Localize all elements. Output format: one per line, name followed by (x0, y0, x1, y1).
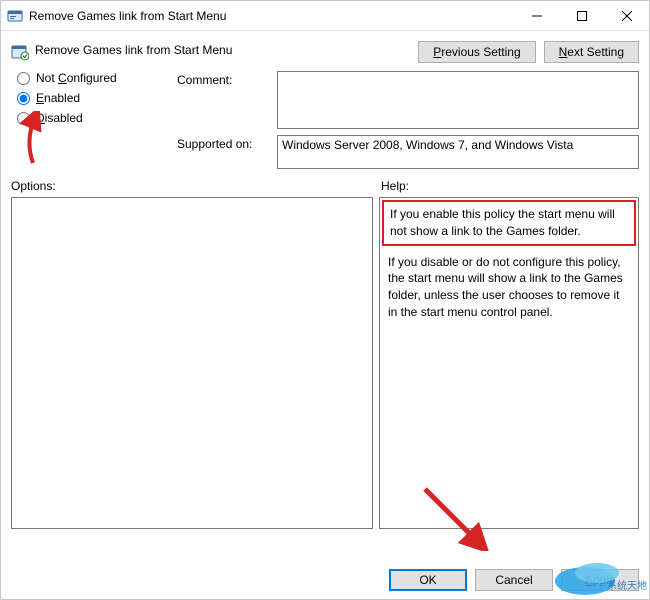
not-configured-radio[interactable] (17, 72, 30, 85)
supported-on-row: Supported on: Windows Server 2008, Windo… (1, 133, 649, 175)
minimize-button[interactable] (514, 1, 559, 30)
help-paragraph-2: If you disable or do not configure this … (388, 254, 630, 321)
dialog-icon (7, 8, 23, 24)
setting-name: Remove Games link from Start Menu (35, 41, 418, 57)
policy-icon (11, 43, 29, 61)
disabled-radio[interactable] (17, 112, 30, 125)
supported-on-field: Windows Server 2008, Windows 7, and Wind… (277, 135, 639, 169)
maximize-button[interactable] (559, 1, 604, 30)
window-title: Remove Games link from Start Menu (29, 9, 514, 23)
panels-row: If you enable this policy the start menu… (1, 195, 649, 529)
options-panel[interactable] (11, 197, 373, 529)
configuration-row: Not Configured Enabled Disabled Comment: (1, 67, 649, 133)
comment-input[interactable] (277, 71, 639, 129)
options-label: Options: (11, 179, 381, 193)
window-controls (514, 1, 649, 30)
enabled-radio[interactable] (17, 92, 30, 105)
help-label: Help: (381, 179, 409, 193)
help-panel[interactable]: If you enable this policy the start menu… (379, 197, 639, 529)
apply-button[interactable]: Apply (561, 569, 639, 591)
help-highlight-box: If you enable this policy the start menu… (382, 200, 636, 246)
titlebar: Remove Games link from Start Menu (1, 1, 649, 31)
radio-group: Not Configured Enabled Disabled (17, 71, 177, 131)
dialog-window: Remove Games link from Start Menu Remove… (0, 0, 650, 600)
comment-label: Comment: (177, 71, 277, 87)
close-button[interactable] (604, 1, 649, 30)
enabled-label[interactable]: Enabled (36, 91, 80, 105)
next-setting-button[interactable]: Next Setting (544, 41, 639, 63)
disabled-label[interactable]: Disabled (36, 111, 83, 125)
cancel-button[interactable]: Cancel (475, 569, 553, 591)
not-configured-label[interactable]: Not Configured (36, 71, 117, 85)
ok-button[interactable]: OK (389, 569, 467, 591)
header: Remove Games link from Start Menu Previo… (1, 31, 649, 67)
dialog-buttons: OK Cancel Apply (389, 569, 639, 591)
previous-setting-button[interactable]: Previous Setting (418, 41, 535, 63)
supported-on-label: Supported on: (177, 135, 277, 151)
help-paragraph-1: If you enable this policy the start menu… (390, 207, 615, 238)
panel-labels: Options: Help: (1, 175, 649, 195)
